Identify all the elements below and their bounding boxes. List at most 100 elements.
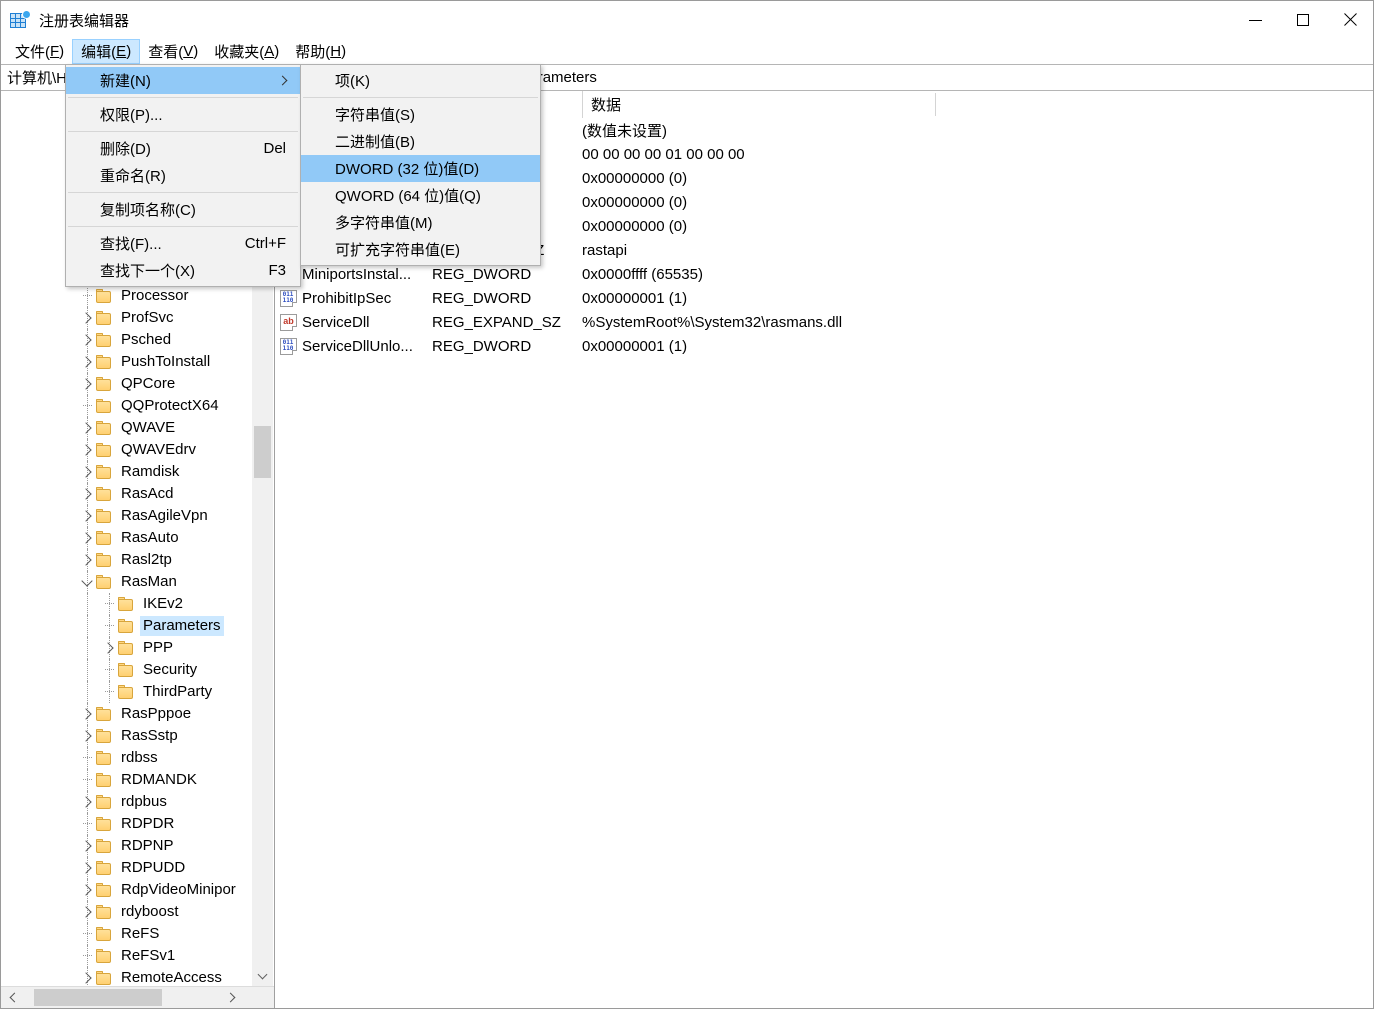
submenu-item-dword-value[interactable]: DWORD (32 位)值(D) (301, 155, 540, 182)
chevron-right-icon[interactable] (79, 703, 95, 725)
chevron-right-icon[interactable] (79, 857, 95, 879)
chevron-right-icon[interactable] (79, 505, 95, 527)
tree-item-ramdisk[interactable]: Ramdisk (1, 461, 253, 483)
value-row[interactable]: ab ServiceDll REG_EXPAND_SZ %SystemRoot%\Sy… (275, 310, 1373, 334)
tree-item-rassstp[interactable]: RasSstp (1, 725, 253, 747)
tree-leaf-connector (79, 285, 95, 307)
chevron-right-icon[interactable] (79, 549, 95, 571)
tree-item-rasl2tp[interactable]: Rasl2tp (1, 549, 253, 571)
registry-editor-window: 注册表编辑器 文件(F) 编辑(E) 查看(V) 收藏夹(A) 帮助(H) 计算… (0, 0, 1374, 1009)
chevron-right-icon[interactable] (79, 527, 95, 549)
folder-icon (117, 618, 134, 634)
folder-icon (95, 882, 112, 898)
tree-item-parameters[interactable]: Parameters (1, 615, 253, 637)
tree-item-rasacd[interactable]: RasAcd (1, 483, 253, 505)
tree-vscroll-thumb[interactable] (254, 426, 271, 478)
tree-scroll-left-arrow[interactable] (3, 987, 24, 1007)
submenu-item-expandable-string-value[interactable]: 可扩充字符串值(E) (301, 236, 540, 263)
tree-item-ikev2[interactable]: IKEv2 (1, 593, 253, 615)
tree-item-rdbss[interactable]: rdbss (1, 747, 253, 769)
column-divider[interactable] (935, 93, 936, 116)
tree-item-qqprotectx64[interactable]: QQProtectX64 (1, 395, 253, 417)
chevron-right-icon[interactable] (79, 461, 95, 483)
chevron-right-icon[interactable] (79, 879, 95, 901)
chevron-right-icon[interactable] (79, 351, 95, 373)
tree-item-qpcore[interactable]: QPCore (1, 373, 253, 395)
menu-help[interactable]: 帮助(H) (287, 39, 354, 64)
tree-item-rdmandk[interactable]: RDMANDK (1, 769, 253, 791)
tree-item-rasauto[interactable]: RasAuto (1, 527, 253, 549)
tree-item-rdpdr[interactable]: RDPDR (1, 813, 253, 835)
submenu-item-string-value[interactable]: 字符串值(S) (301, 101, 540, 128)
menu-item-rename[interactable]: 重命名(R) (66, 162, 300, 189)
menu-item-copy-key-name[interactable]: 复制项名称(C) (66, 196, 300, 223)
chevron-right-icon[interactable] (101, 637, 117, 659)
tree-item-rdpudd[interactable]: RDPUDD (1, 857, 253, 879)
tree-item-pushtoinstall[interactable]: PushToInstall (1, 351, 253, 373)
tree-item-psched[interactable]: Psched (1, 329, 253, 351)
tree-item-rdpvideominipor[interactable]: RdpVideoMinipor (1, 879, 253, 901)
value-type-cell: REG_DWORD (432, 289, 532, 307)
tree-item-raspppoe[interactable]: RasPppoe (1, 703, 253, 725)
close-button[interactable] (1326, 1, 1373, 39)
value-row[interactable]: 011 110 ServiceDllUnlo... REG_DWORD 0x000000… (275, 334, 1373, 358)
folder-icon (117, 662, 134, 678)
menu-edit[interactable]: 编辑(E) (72, 39, 141, 64)
tree-item-security[interactable]: Security (1, 659, 253, 681)
chevron-right-icon[interactable] (79, 901, 95, 923)
chevron-right-icon[interactable] (79, 373, 95, 395)
menu-item-delete[interactable]: 删除(D) Del (66, 135, 300, 162)
menu-item-new[interactable]: 新建(N) (66, 67, 300, 94)
chevron-right-icon[interactable] (79, 791, 95, 813)
submenu-item-binary-value[interactable]: 二进制值(B) (301, 128, 540, 155)
tree-item-rdyboost[interactable]: rdyboost (1, 901, 253, 923)
chevron-right-icon[interactable] (79, 483, 95, 505)
chevron-right-icon[interactable] (79, 329, 95, 351)
tree-item-profsvc[interactable]: ProfSvc (1, 307, 253, 329)
tree-item-rasagilevpn[interactable]: RasAgileVpn (1, 505, 253, 527)
column-header-data[interactable]: 数据 (582, 91, 935, 118)
tree-scroll-right-arrow[interactable] (221, 987, 242, 1007)
menu-item-permissions[interactable]: 权限(P)... (66, 101, 300, 128)
menu-file[interactable]: 文件(F) (7, 39, 72, 64)
menu-item-find[interactable]: 查找(F)... Ctrl+F (66, 230, 300, 257)
tree-item-ppp[interactable]: PPP (1, 637, 253, 659)
tree-item-label: Psched (121, 331, 172, 348)
tree-horizontal-scrollbar[interactable] (1, 986, 274, 1008)
chevron-down-icon[interactable] (79, 571, 95, 593)
chevron-right-icon[interactable] (79, 967, 95, 986)
tree-leaf-connector (79, 945, 95, 967)
menu-view[interactable]: 查看(V) (140, 39, 206, 64)
tree-item-label: RasAuto (121, 529, 179, 546)
menu-favorites[interactable]: 收藏夹(A) (206, 39, 287, 64)
chevron-right-icon[interactable] (79, 307, 95, 329)
chevron-right-icon[interactable] (79, 417, 95, 439)
tree-item-label: RasAgileVpn (121, 507, 208, 524)
tree-scroll-down-arrow[interactable] (252, 966, 273, 986)
chevron-right-icon[interactable] (79, 835, 95, 857)
tree-item-processor[interactable]: Processor (1, 285, 253, 307)
tree-item-thirdparty[interactable]: ThirdParty (1, 681, 253, 703)
tree-item-refsv1[interactable]: ReFSv1 (1, 945, 253, 967)
tree-item-rasman[interactable]: RasMan (1, 571, 253, 593)
chevron-right-icon[interactable] (79, 439, 95, 461)
tree-item-rdpnp[interactable]: RDPNP (1, 835, 253, 857)
tree-hscroll-thumb[interactable] (34, 989, 162, 1006)
tree-item-qwave[interactable]: QWAVE (1, 417, 253, 439)
chevron-right-icon[interactable] (79, 725, 95, 747)
minimize-button[interactable] (1232, 1, 1279, 39)
menu-help-label: 帮助( (295, 44, 331, 61)
tree-item-label: rdpbus (121, 793, 167, 810)
submenu-item-key[interactable]: 项(K) (301, 67, 540, 94)
tree-item-label: RDPNP (121, 837, 174, 854)
maximize-button[interactable] (1279, 1, 1326, 39)
tree-item-qwavedrv[interactable]: QWAVEdrv (1, 439, 253, 461)
submenu-item-qword-value[interactable]: QWORD (64 位)值(Q) (301, 182, 540, 209)
menu-item-find-next[interactable]: 查找下一个(X) F3 (66, 257, 300, 284)
tree-item-refs[interactable]: ReFS (1, 923, 253, 945)
tree-item-remoteaccess[interactable]: RemoteAccess (1, 967, 253, 986)
value-row[interactable]: 011 110 ProhibitIpSec REG_DWORD 0x00000001 (… (275, 286, 1373, 310)
submenu-item-multi-string-value[interactable]: 多字符串值(M) (301, 209, 540, 236)
tree-item-rdpbus[interactable]: rdpbus (1, 791, 253, 813)
folder-icon (95, 552, 112, 568)
